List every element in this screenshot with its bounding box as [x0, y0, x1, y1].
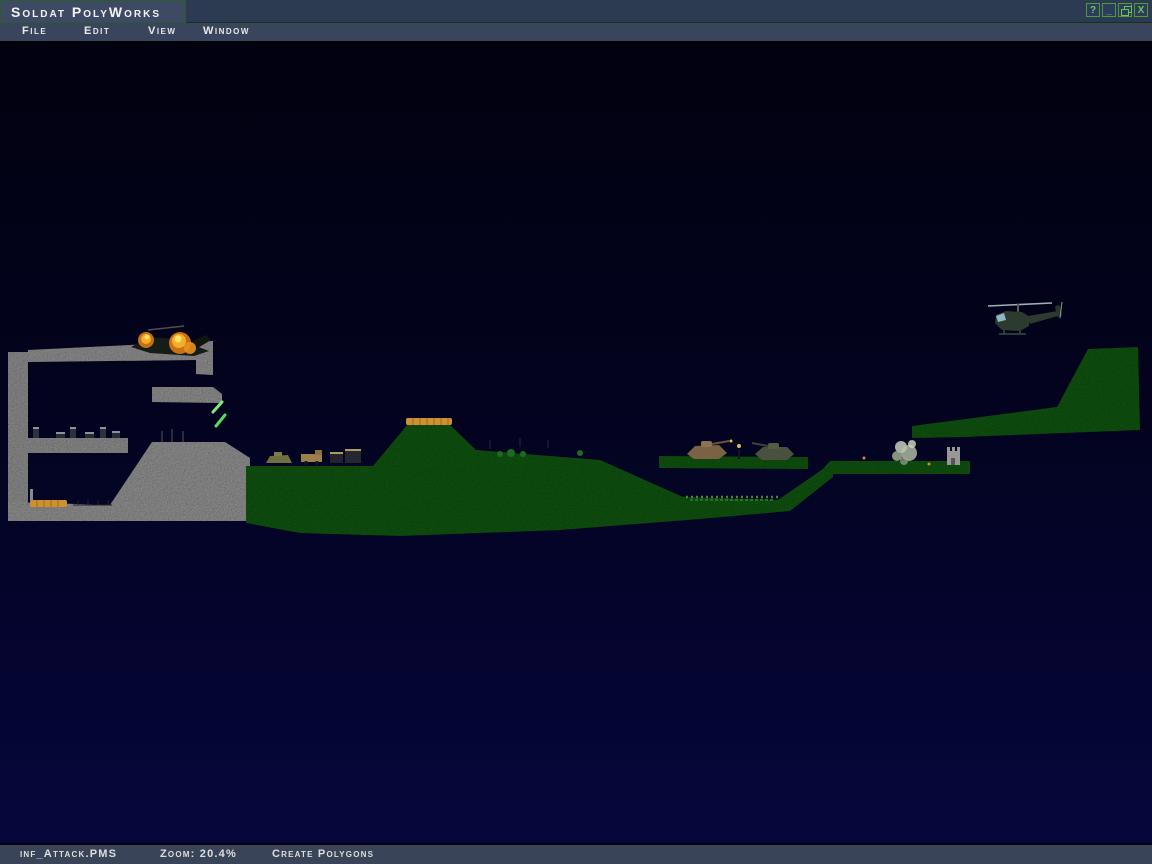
sandbag-row: [30, 500, 67, 507]
truck-wheel: [304, 461, 308, 465]
tower-tooth: [947, 447, 950, 451]
status-filename: inf_Attack.PMS: [20, 848, 117, 860]
tank-brown-turret: [701, 441, 712, 447]
app-window: Soldat PolyWorks ? _ X File Edit View Wi…: [0, 0, 1152, 864]
crate-top: [33, 427, 39, 429]
menu-view[interactable]: View: [148, 25, 176, 37]
truck-cab: [315, 450, 322, 455]
heli-tail-boom: [1028, 311, 1061, 324]
tank-dark-barrel: [752, 443, 768, 446]
smoke-bush: [900, 457, 908, 465]
title-box: Soldat PolyWorks: [0, 0, 186, 23]
soldier-head: [737, 444, 741, 448]
camo-vehicle-turret: [274, 452, 282, 456]
help-button[interactable]: ?: [1086, 3, 1100, 17]
title-bar: Soldat PolyWorks ? _ X: [0, 0, 1152, 23]
flame-glow-right-2: [184, 342, 196, 354]
truck-wheel: [315, 461, 319, 465]
pole: [30, 489, 33, 501]
muzzle-spark: [730, 440, 733, 443]
bush: [577, 450, 583, 456]
bush: [520, 451, 526, 457]
crate-top: [56, 432, 65, 434]
flame-core-right: [175, 336, 182, 343]
main-landmass: [246, 424, 833, 536]
left-wall: [8, 352, 28, 519]
app-title: Soldat PolyWorks: [11, 4, 161, 20]
map-canvas[interactable]: [0, 43, 1152, 843]
crate-top: [85, 432, 94, 434]
tower-tooth: [957, 447, 960, 451]
menu-bar: File Edit View Window: [0, 23, 1152, 43]
bush: [497, 451, 503, 457]
truck-body: [301, 454, 322, 462]
close-button[interactable]: X: [1134, 3, 1148, 17]
minimize-button[interactable]: _: [1102, 3, 1116, 17]
crate-top: [112, 431, 120, 433]
supply-crate-top: [330, 452, 343, 454]
concrete-structure: [8, 341, 250, 521]
supply-crate: [345, 449, 361, 463]
tank-brown-hull: [687, 445, 727, 459]
restore-button[interactable]: [1118, 3, 1132, 17]
supply-crate-top: [345, 449, 361, 451]
green-terrain: [246, 347, 1140, 536]
tank-dark-turret: [768, 443, 779, 449]
crashed-plane-rotor: [148, 326, 184, 330]
crate-top: [100, 427, 106, 429]
plant-sprite: [213, 402, 222, 412]
tower-door: [951, 458, 955, 465]
tower-tooth: [952, 447, 955, 451]
camo-vehicle: [266, 455, 292, 463]
menu-edit[interactable]: Edit: [84, 25, 110, 37]
base-and-hill: [8, 442, 250, 521]
plant-sprite-2: [216, 415, 225, 426]
second-floor: [14, 438, 128, 453]
help-icon: ?: [1090, 5, 1096, 16]
smoke-bush: [908, 440, 916, 448]
status-bar: inf_Attack.PMS Zoom: 20.4% Create Polygo…: [0, 843, 1152, 864]
minimize-icon: _: [1106, 5, 1112, 16]
bush: [507, 449, 515, 457]
map-preview: [0, 43, 1152, 843]
mid-ledge: [152, 387, 222, 403]
status-zoom-level: Zoom: 20.4%: [160, 848, 237, 860]
heli-main-rotor: [988, 303, 1052, 306]
flame-core-left: [145, 335, 150, 340]
tank-brown-barrel: [712, 441, 729, 444]
menu-file[interactable]: File: [22, 25, 47, 37]
flare-dot: [863, 457, 866, 460]
status-active-tool: Create Polygons: [272, 848, 374, 860]
crate-top: [70, 427, 76, 429]
close-icon: X: [1138, 5, 1145, 16]
flare-dot: [928, 463, 931, 466]
menu-window[interactable]: Window: [203, 25, 250, 37]
right-slope: [912, 347, 1140, 438]
window-controls: ? _ X: [1086, 3, 1148, 17]
